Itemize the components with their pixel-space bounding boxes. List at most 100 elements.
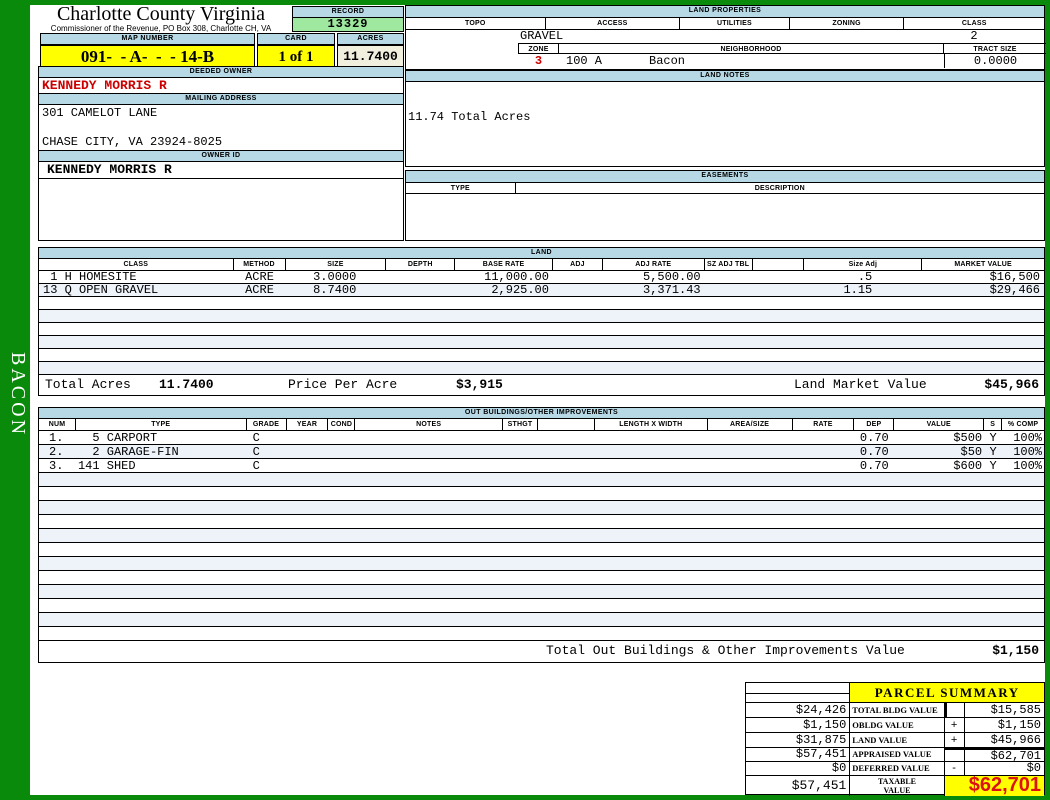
ob-type: 5 CARPORT — [77, 431, 158, 444]
ob-row-empty — [39, 627, 1044, 641]
ob-row-empty — [39, 515, 1044, 529]
ob-dep: 0.70 — [859, 459, 889, 472]
land-totals-row: Total Acres 11.7400 Price Per Acre $3,91… — [39, 375, 1044, 395]
col-class: CLASS — [961, 20, 987, 27]
total-acres-label: Total Acres — [45, 377, 131, 392]
land-depth — [386, 271, 455, 283]
col-land-adj-rate: ADJ RATE — [603, 259, 705, 270]
taxable-value: $62,701 — [944, 775, 1044, 796]
total-acres-value: 11.7400 — [159, 377, 214, 392]
commissioner-line: Commissioner of the Revenue, PO Box 308,… — [50, 24, 272, 33]
ob-row-empty — [39, 571, 1044, 585]
out-building-row: 1. 5 CARPORT C 0.70 $500 Y 100% — [39, 431, 1044, 445]
land-properties-title: LAND PROPERTIES — [406, 6, 1044, 18]
col-land-depth: DEPTH — [386, 259, 456, 270]
address-line2: CHASE CITY, VA 23924-8025 — [42, 135, 223, 149]
neighborhood-code: 100 A — [566, 54, 603, 68]
class-value: 2 — [970, 29, 978, 43]
col-ob-sthgt: STHGT — [503, 419, 539, 430]
ps-operator: + — [944, 733, 965, 748]
col-access: ACCESS — [546, 18, 681, 29]
ob-row-empty — [39, 501, 1044, 515]
land-adj-rate: 3,371.43 — [643, 284, 701, 296]
col-land-market-value: MARKET VALUE — [954, 261, 1012, 268]
land-sz-adj-tbl — [705, 271, 753, 283]
land-notes-title: LAND NOTES — [405, 70, 1045, 82]
taxable-row: $57,451 TAXABLE VALUE $62,701 — [746, 775, 1044, 796]
land-class: 1 H HOMESITE — [43, 271, 137, 283]
ob-pct-comp: 100% — [1013, 459, 1043, 472]
neighborhood-label: NEIGHBORHOOD — [559, 43, 944, 54]
ob-grade: C — [252, 445, 260, 458]
out-buildings-section: OUT BUILDINGS/OTHER IMPROVEMENTS NUM TYP… — [38, 407, 1045, 663]
col-topo: TOPO — [406, 18, 546, 29]
ob-grade: C — [252, 431, 260, 444]
land-note: 11.74 Total Acres — [408, 110, 531, 124]
land-adj-rate: 5,500.00 — [643, 271, 701, 283]
ps-value: $45,966 — [964, 733, 1044, 748]
mailing-address-label: MAILING ADDRESS — [39, 94, 403, 105]
land-base-rate: 11,000.00 — [484, 271, 549, 283]
ps-operator: + — [944, 718, 965, 733]
ps-label: LAND VALUE — [850, 733, 945, 748]
col-land-class: CLASS — [39, 259, 234, 270]
address-line1: 301 CAMELOT LANE — [42, 106, 158, 120]
ob-dep: 0.70 — [859, 431, 889, 444]
land-market-value: $29,466 — [989, 284, 1040, 296]
ob-num: 1. — [49, 431, 64, 444]
ob-dep: 0.70 — [859, 445, 889, 458]
ps-label: APPRAISED VALUE — [850, 748, 945, 762]
col-ob-spacer — [538, 419, 595, 430]
taxable-label: TAXABLE VALUE — [877, 777, 917, 795]
parcel-summary-row: $57,451 APPRAISED VALUE $62,701 — [746, 748, 1044, 762]
ob-row-empty — [39, 487, 1044, 501]
ps-prior-value: $31,875 — [746, 733, 851, 748]
sidebar-vertical-label: BACON — [7, 352, 29, 438]
parcel-summary-row: $1,150 OBLDG VALUE + $1,150 — [746, 718, 1044, 733]
land-spacer — [753, 284, 805, 296]
land-size-adj: .5 — [857, 271, 873, 283]
ob-row-empty — [39, 473, 1044, 487]
zone-label: ZONE — [518, 43, 559, 54]
ps-label: OBLDG VALUE — [850, 718, 945, 733]
ob-num: 3. — [49, 459, 64, 472]
ob-row-empty — [39, 529, 1044, 543]
ob-s: Y — [989, 445, 997, 458]
land-size: 3.0000 — [313, 271, 357, 283]
land-properties-section: LAND PROPERTIES TOPO ACCESS UTILITIES ZO… — [405, 5, 1046, 70]
ob-row-empty — [39, 613, 1044, 627]
parcel-summary-row: $31,875 LAND VALUE + $45,966 — [746, 733, 1044, 748]
out-building-row: 2. 2 GARAGE-FIN C 0.70 $50 Y 100% — [39, 445, 1044, 459]
tract-size-label: TRACT SIZE — [944, 43, 1046, 54]
deeded-owner-value: KENNEDY MORRIS R — [39, 78, 403, 94]
ob-type: 141 SHED — [77, 459, 136, 472]
land-base-rate: 2,925.00 — [491, 284, 549, 296]
land-row: 13 Q OPEN GRAVEL ACRE 8.7400 2,925.00 3,… — [39, 284, 1044, 297]
ob-value: $50 — [960, 445, 983, 458]
ob-value: $600 — [953, 459, 983, 472]
owner-section: DEEDED OWNER KENNEDY MORRIS R MAILING AD… — [38, 66, 404, 241]
county-header: Charlotte County Virginia Commissioner o… — [30, 3, 292, 33]
col-ob-s: S — [984, 419, 1003, 430]
access-value: GRAVEL — [520, 29, 564, 43]
land-class: 13 Q OPEN GRAVEL — [43, 284, 159, 296]
col-land-size-adj: Size Adj — [804, 259, 923, 270]
col-land-base-rate: BASE RATE — [455, 259, 553, 270]
county-title: Charlotte County Virginia — [56, 3, 266, 25]
land-row: 1 H HOMESITE ACRE 3.0000 11,000.00 5,500… — [39, 271, 1044, 284]
land-row-empty — [39, 323, 1044, 336]
col-land-sz-adj-tbl: SZ ADJ TBL — [705, 259, 753, 270]
land-row-empty — [39, 310, 1044, 323]
ps-empty-cell — [746, 683, 850, 694]
land-row-empty — [39, 336, 1044, 349]
land-notes-box: 11.74 Total Acres — [405, 82, 1045, 167]
ob-s: Y — [989, 431, 997, 444]
ob-grade: C — [252, 459, 260, 472]
land-market-value-total: $45,966 — [984, 377, 1039, 392]
ob-row-empty — [39, 557, 1044, 571]
parcel-summary-row: $24,426 TOTAL BLDG VALUE $15,585 — [746, 703, 1044, 718]
ps-operator: - — [944, 762, 965, 776]
out-buildings-total-row: Total Out Buildings & Other Improvements… — [39, 641, 1044, 662]
land-row-empty — [39, 297, 1044, 310]
ps-value: $62,701 — [964, 748, 1044, 762]
